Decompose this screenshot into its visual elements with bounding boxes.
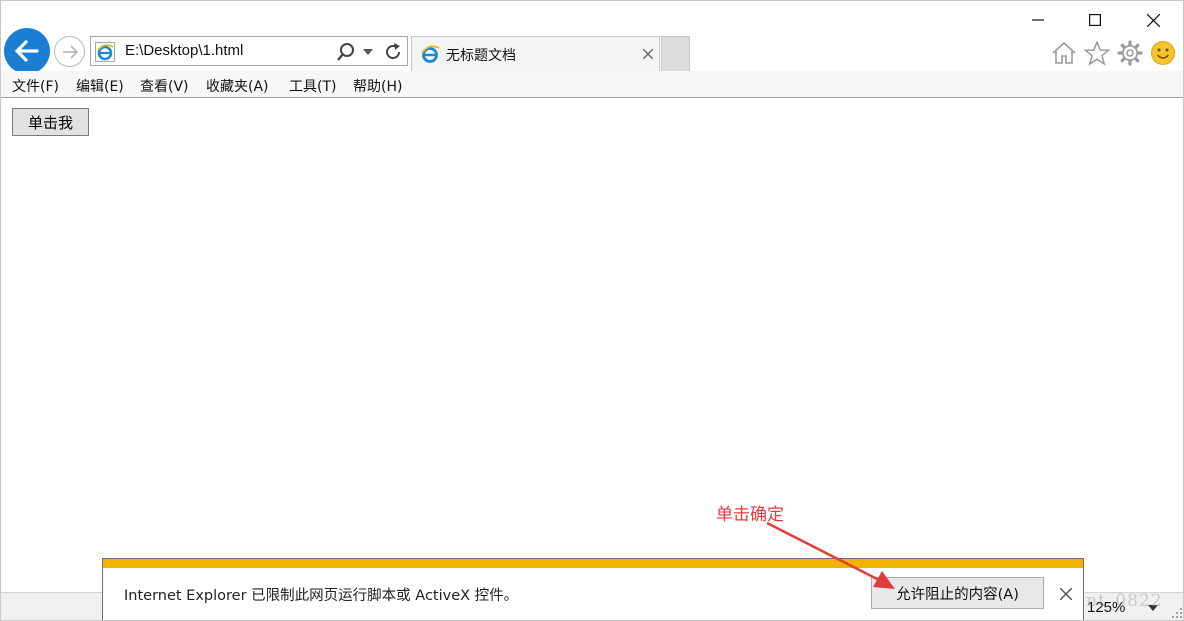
menu-edit[interactable]: 编辑(E): [76, 76, 124, 96]
back-button[interactable]: [4, 28, 50, 74]
close-notification-icon[interactable]: [1058, 586, 1074, 602]
url-text: E:\Desktop\1.html: [125, 42, 244, 59]
minimize-icon[interactable]: [1027, 9, 1049, 31]
refresh-icon[interactable]: [381, 41, 405, 63]
resize-grip-icon[interactable]: [1171, 607, 1183, 619]
tab-untitled[interactable]: 无标题文档: [411, 36, 660, 71]
menu-favorites[interactable]: 收藏夹(A): [206, 76, 269, 96]
ie-favicon-icon: [95, 42, 115, 62]
search-icon[interactable]: [335, 41, 357, 63]
smiley-icon[interactable]: [1150, 40, 1176, 66]
menu-bar: 文件(F) 编辑(E) 查看(V) 收藏夹(A) 工具(T) 帮助(H): [1, 71, 1183, 98]
forward-arrow-icon: [62, 44, 78, 59]
new-tab-button[interactable]: [661, 36, 690, 71]
notification-stripe: [103, 559, 1083, 568]
menu-tools[interactable]: 工具(T): [289, 76, 336, 96]
click-me-button[interactable]: 单击我: [12, 108, 89, 136]
notification-bar: Internet Explorer 已限制此网页运行脚本或 ActiveX 控件…: [102, 558, 1084, 620]
tab-title: 无标题文档: [446, 48, 516, 64]
ie-logo-icon: [421, 45, 440, 63]
gear-icon[interactable]: [1117, 40, 1143, 66]
close-tab-icon[interactable]: [640, 46, 656, 62]
maximize-icon[interactable]: [1084, 9, 1106, 31]
ie-browser-window: E:\Desktop\1.html 无标题文档 文件(F) 编辑(E) 查看(V…: [0, 0, 1184, 621]
chevron-down-icon[interactable]: [361, 41, 375, 63]
menu-view[interactable]: 查看(V): [140, 76, 189, 96]
close-window-icon[interactable]: [1142, 9, 1164, 31]
home-icon[interactable]: [1051, 40, 1077, 66]
menu-help[interactable]: 帮助(H): [353, 76, 402, 96]
menu-file[interactable]: 文件(F): [12, 76, 59, 96]
address-bar[interactable]: E:\Desktop\1.html: [90, 36, 408, 66]
forward-button[interactable]: [54, 36, 85, 67]
notification-message: Internet Explorer 已限制此网页运行脚本或 ActiveX 控件…: [124, 588, 519, 604]
annotation-arrow-icon: [766, 521, 895, 589]
star-icon[interactable]: [1084, 40, 1110, 66]
back-arrow-icon: [15, 40, 39, 62]
